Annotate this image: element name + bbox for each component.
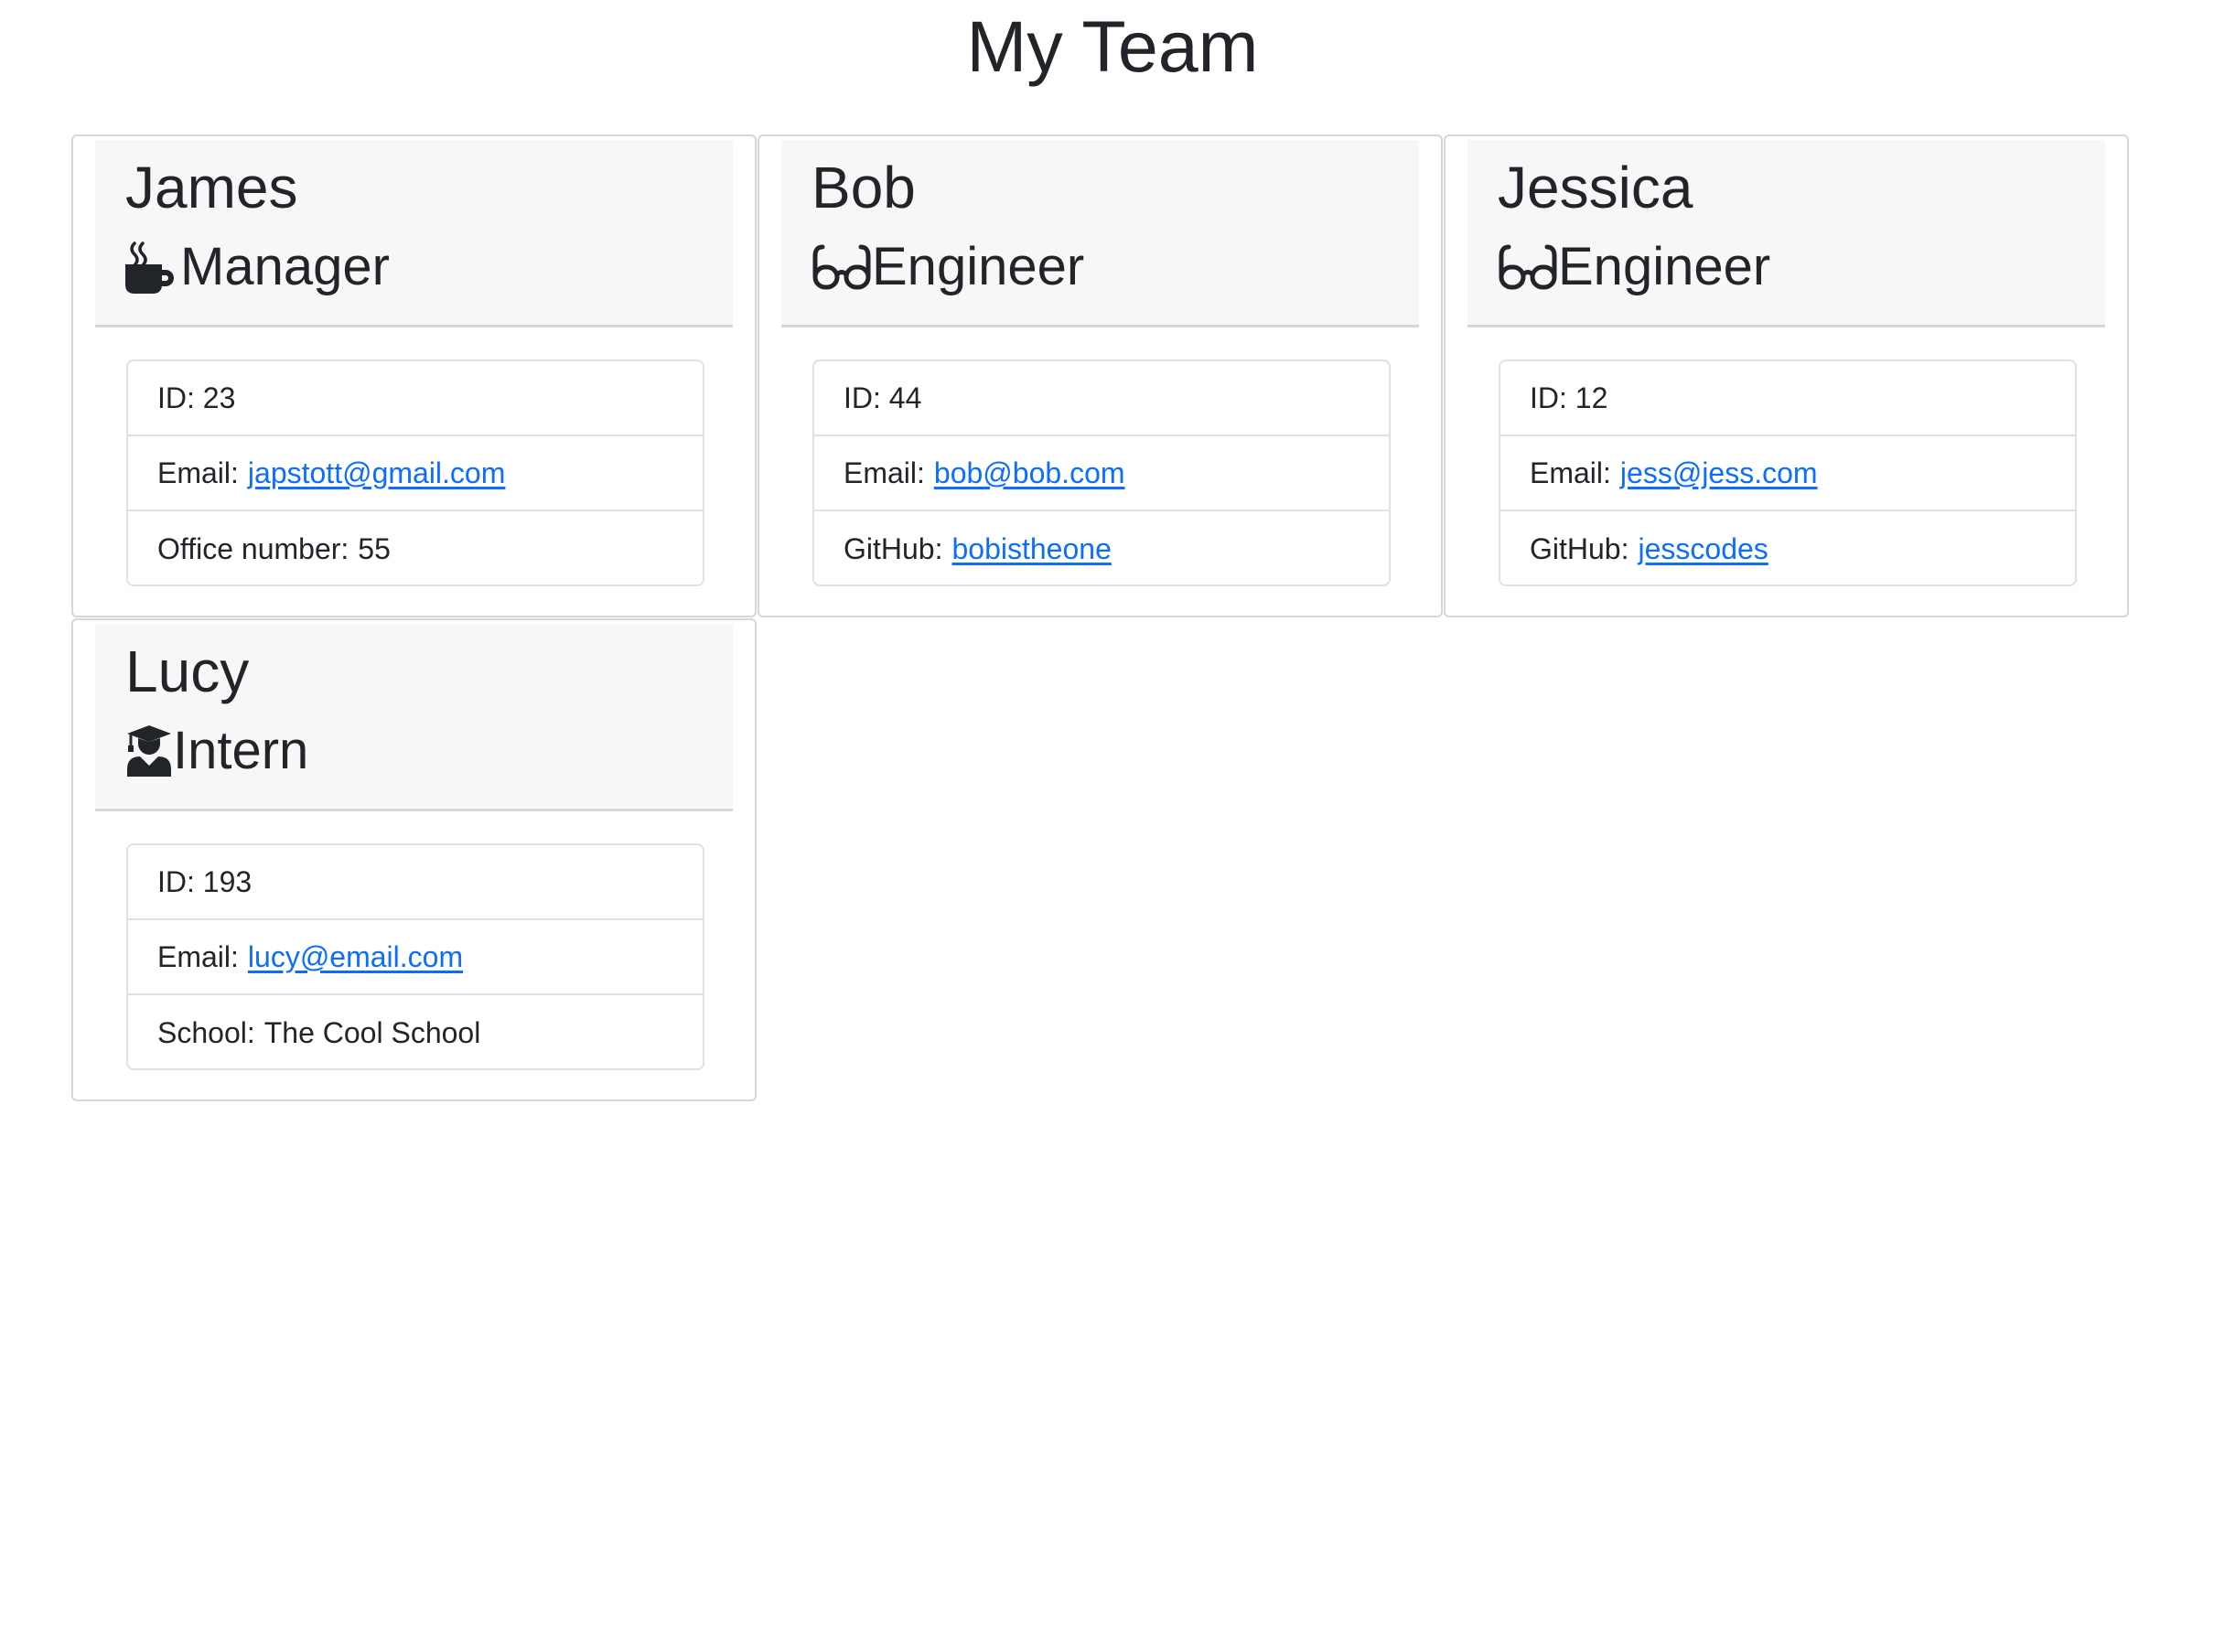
role-label: Engineer: [1558, 237, 1771, 296]
email-label: Email:: [844, 456, 925, 489]
role-label: Engineer: [872, 237, 1085, 296]
employee-card: Bob Engineer ID: 44 Email: bob@bob.com G…: [758, 134, 1443, 617]
list-item-github: GitHub: bobistheone: [814, 511, 1389, 585]
list-item-github: GitHub: jesscodes: [1500, 511, 2075, 585]
employee-card: Lucy Intern ID: 193 Email: lucy@email.co…: [71, 618, 757, 1101]
mug-hot-icon: [125, 240, 180, 295]
list-item-email: Email: lucy@email.com: [128, 920, 703, 995]
github-link[interactable]: bobistheone: [951, 532, 1111, 566]
employee-name: James: [125, 155, 298, 220]
employee-details: ID: 12 Email: jess@jess.com GitHub: jess…: [1499, 359, 2077, 586]
employee-card: James Manager ID: 23 Email: japstott@gma…: [71, 134, 757, 617]
employee-details: ID: 193 Email: lucy@email.com School: Th…: [126, 843, 704, 1070]
office-number: 55: [358, 531, 391, 565]
employee-name: Lucy: [125, 638, 250, 704]
role-label: Intern: [173, 721, 309, 780]
email-link[interactable]: japstott@gmail.com: [248, 456, 505, 490]
email-link[interactable]: jess@jess.com: [1620, 456, 1818, 490]
glasses-icon: [1498, 240, 1558, 295]
employee-name: Jessica: [1498, 155, 1693, 220]
id-text: ID: 44: [844, 381, 922, 414]
employee-role: Manager: [125, 235, 390, 299]
list-item-id: ID: 12: [1500, 361, 2075, 436]
card-header: Lucy Intern: [95, 624, 733, 811]
list-item-school: School: The Cool School: [128, 995, 703, 1068]
card-header: James Manager: [95, 140, 733, 327]
list-item-email: Email: japstott@gmail.com: [128, 436, 703, 511]
email-link[interactable]: lucy@email.com: [248, 940, 463, 974]
email-link[interactable]: bob@bob.com: [934, 456, 1125, 490]
office-label: Office number:: [157, 531, 349, 565]
github-label: GitHub:: [844, 531, 943, 565]
list-item-email: Email: bob@bob.com: [814, 436, 1389, 511]
employee-card: Jessica Engineer ID: 12 Email: jess@jess…: [1444, 134, 2129, 617]
employee-role: Engineer: [812, 235, 1084, 299]
employee-details: ID: 23 Email: japstott@gmail.com Office …: [126, 359, 704, 586]
list-item-id: ID: 23: [128, 361, 703, 436]
card-header: Bob Engineer: [781, 140, 1419, 327]
list-item-id: ID: 44: [814, 361, 1389, 436]
email-label: Email:: [1530, 456, 1611, 489]
list-item-office: Office number: 55: [128, 511, 703, 585]
employee-details: ID: 44 Email: bob@bob.com GitHub: bobist…: [812, 359, 1391, 586]
id-text: ID: 12: [1530, 381, 1608, 414]
id-text: ID: 193: [157, 864, 253, 898]
list-item-email: Email: jess@jess.com: [1500, 436, 2075, 511]
id-text: ID: 23: [157, 381, 236, 414]
school-label: School:: [157, 1015, 255, 1049]
school-name: The Cool School: [263, 1015, 481, 1049]
github-link[interactable]: jesscodes: [1638, 532, 1768, 566]
card-header: Jessica Engineer: [1467, 140, 2105, 327]
glasses-icon: [812, 240, 872, 295]
github-label: GitHub:: [1530, 531, 1629, 565]
page-title: My Team: [966, 5, 1259, 87]
email-label: Email:: [157, 456, 239, 489]
employee-role: Engineer: [1498, 235, 1770, 299]
list-item-id: ID: 193: [128, 845, 703, 920]
role-label: Manager: [180, 237, 390, 296]
user-graduate-icon: [125, 724, 173, 778]
email-label: Email:: [157, 939, 239, 973]
employee-role: Intern: [125, 719, 308, 783]
employee-name: Bob: [812, 155, 916, 220]
